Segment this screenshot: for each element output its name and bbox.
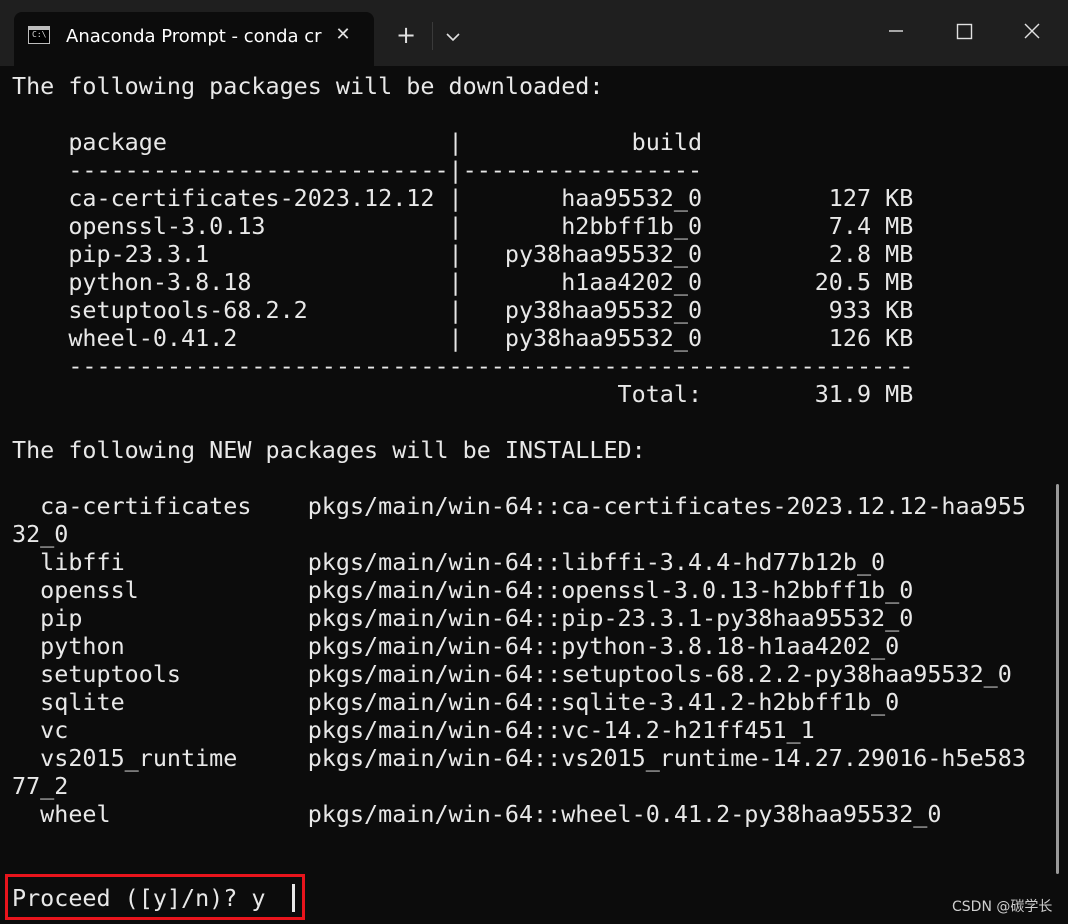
- terminal-line: wheel-0.41.2 | py38haa95532_0 126 KB: [12, 324, 914, 352]
- new-tab-button[interactable]: +: [392, 22, 420, 50]
- terminal-line: Total: 31.9 MB: [12, 380, 914, 408]
- terminal-line: python-3.8.18 | h1aa4202_0 20.5 MB: [12, 268, 914, 296]
- tab-dropdown-button[interactable]: [440, 22, 466, 50]
- terminal-line: vc pkgs/main/win-64::vc-14.2-h21ff451_1: [12, 716, 815, 744]
- maximize-button[interactable]: [944, 16, 984, 46]
- terminal-line: The following packages will be downloade…: [12, 72, 604, 100]
- terminal-line: 32_0: [12, 520, 69, 548]
- terminal-line: The following NEW packages will be INSTA…: [12, 436, 646, 464]
- terminal-line: package | build: [12, 128, 703, 156]
- terminal-line: sqlite pkgs/main/win-64::sqlite-3.41.2-h…: [12, 688, 900, 716]
- terminal-line: pip pkgs/main/win-64::pip-23.3.1-py38haa…: [12, 604, 914, 632]
- terminal-icon-text: C:\: [32, 30, 47, 39]
- watermark: CSDN @碳学长: [952, 899, 1053, 915]
- terminal-icon: C:\: [28, 26, 50, 44]
- terminal-line: setuptools-68.2.2 | py38haa95532_0 933 K…: [12, 296, 914, 324]
- tab-anaconda-prompt[interactable]: C:\ Anaconda Prompt - conda cr ✕: [14, 12, 374, 66]
- prompt-highlight-box: [5, 874, 305, 920]
- chevron-down-icon: [446, 33, 460, 42]
- close-tab-button[interactable]: ✕: [332, 24, 354, 46]
- minimize-icon: [889, 30, 903, 32]
- terminal-line: wheel pkgs/main/win-64::wheel-0.41.2-py3…: [12, 800, 942, 828]
- terminal-line: setuptools pkgs/main/win-64::setuptools-…: [12, 660, 1012, 688]
- terminal-line: libffi pkgs/main/win-64::libffi-3.4.4-hd…: [12, 548, 886, 576]
- terminal-line: python pkgs/main/win-64::python-3.8.18-h…: [12, 632, 900, 660]
- close-window-button[interactable]: [1012, 16, 1052, 46]
- maximize-icon: [956, 23, 973, 40]
- terminal-line: ----------------------------------------…: [12, 352, 914, 380]
- title-bar: C:\ Anaconda Prompt - conda cr ✕ +: [0, 0, 1068, 66]
- terminal-line: vs2015_runtime pkgs/main/win-64::vs2015_…: [12, 744, 1026, 772]
- terminal-line: ca-certificates pkgs/main/win-64::ca-cer…: [12, 492, 1026, 520]
- terminal-line: pip-23.3.1 | py38haa95532_0 2.8 MB: [12, 240, 914, 268]
- terminal-line: 77_2: [12, 772, 69, 800]
- tab-title: Anaconda Prompt - conda cr: [66, 26, 322, 47]
- terminal-line: ---------------------------|------------…: [12, 156, 703, 184]
- close-icon: [1024, 23, 1040, 39]
- terminal-line: ca-certificates-2023.12.12 | haa95532_0 …: [12, 184, 914, 212]
- minimize-button[interactable]: [876, 16, 916, 46]
- terminal-line: openssl pkgs/main/win-64::openssl-3.0.13…: [12, 576, 914, 604]
- tab-separator: [432, 22, 433, 50]
- scrollbar-thumb[interactable]: [1056, 484, 1059, 874]
- terminal-line: openssl-3.0.13 | h2bbff1b_0 7.4 MB: [12, 212, 914, 240]
